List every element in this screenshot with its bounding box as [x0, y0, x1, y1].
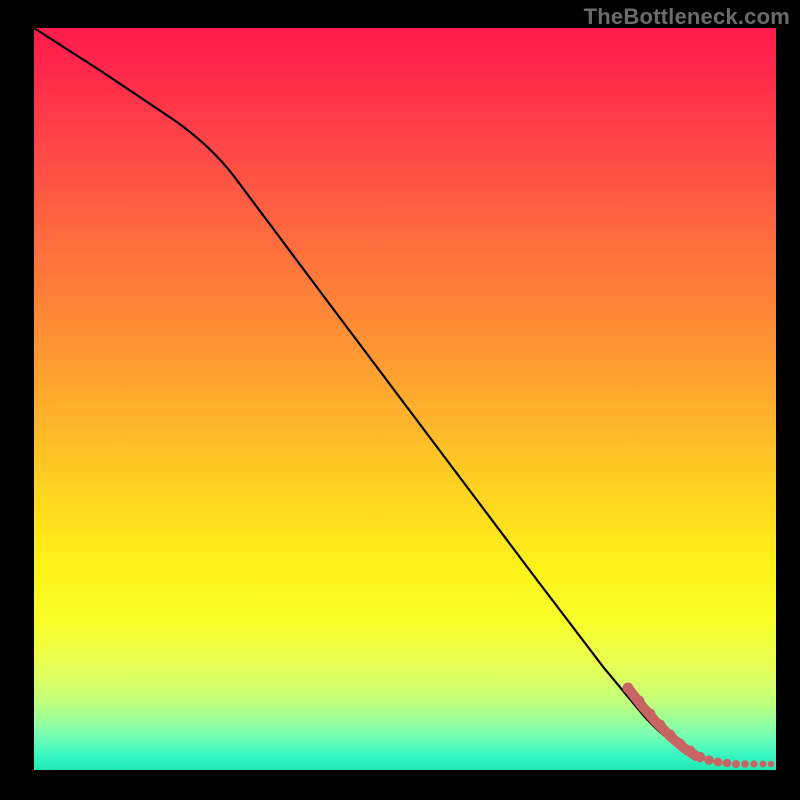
- tail-marker-icon: [675, 739, 686, 750]
- tail-marker-icon: [732, 760, 740, 768]
- overlay-svg: [34, 28, 776, 770]
- tail-marker-icon: [714, 758, 723, 767]
- tail-marker-icon: [685, 746, 696, 757]
- bottleneck-curve: [34, 28, 696, 756]
- chart-stage: TheBottleneck.com: [0, 0, 800, 800]
- tail-marker-group: [623, 683, 775, 769]
- tail-marker-icon: [634, 696, 645, 707]
- tail-marker-icon: [665, 730, 676, 741]
- tail-marker-icon: [760, 761, 767, 768]
- tail-marker-icon: [695, 752, 705, 762]
- tail-marker-icon: [623, 683, 634, 694]
- plot-area: [34, 28, 776, 770]
- tail-marker-icon: [750, 760, 757, 767]
- tail-marker-icon: [645, 709, 656, 720]
- watermark-text: TheBottleneck.com: [584, 4, 790, 30]
- tail-marker-icon: [741, 760, 749, 768]
- tail-marker-icon: [655, 720, 666, 731]
- tail-marker-icon: [723, 759, 732, 768]
- tail-marker-icon: [704, 755, 714, 765]
- tail-marker-icon: [768, 761, 774, 767]
